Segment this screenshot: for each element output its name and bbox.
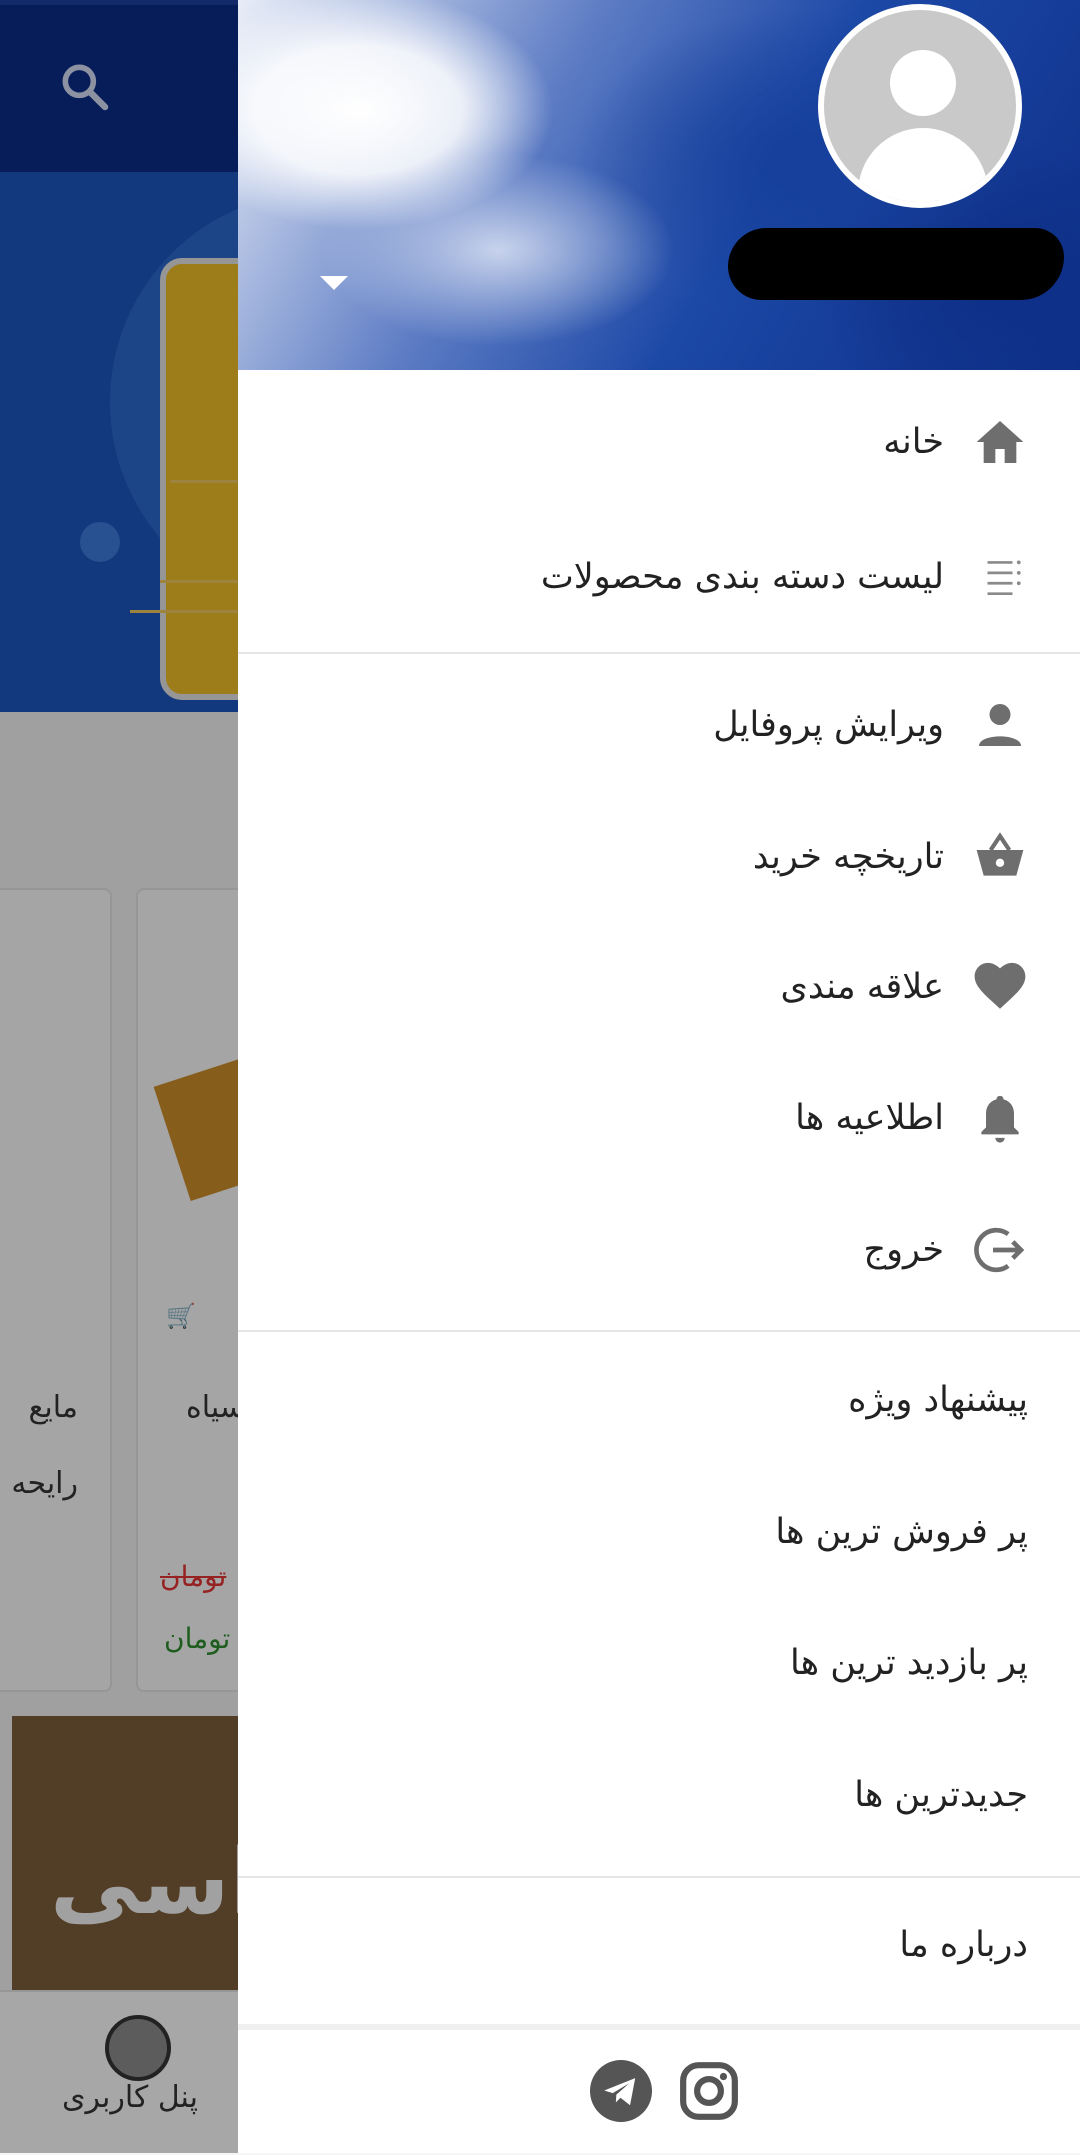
menu-item-categories[interactable]: لیست دسته بندی محصولات <box>238 522 1080 632</box>
menu-item-label: خروج <box>863 1230 944 1270</box>
category-list-icon <box>970 547 1030 607</box>
instagram-icon[interactable] <box>678 2060 740 2122</box>
menu-item-favorites[interactable]: علاقه مندی <box>238 932 1080 1042</box>
drawer-header <box>238 0 1080 370</box>
menu-item-home[interactable]: خانه <box>238 387 1080 497</box>
menu-item-best-sellers[interactable]: پر فروش ترین ها <box>238 1477 1080 1587</box>
menu-item-label: جدیدترین ها <box>854 1775 1028 1815</box>
menu-item-most-viewed[interactable]: پر بازدید ترین ها <box>238 1608 1080 1718</box>
heart-icon <box>970 957 1030 1017</box>
menu-item-notifications[interactable]: اطلاعیه ها <box>238 1063 1080 1173</box>
telegram-icon[interactable] <box>590 2060 652 2122</box>
avatar-head <box>890 50 956 116</box>
person-icon <box>970 695 1030 755</box>
navigation-drawer: خانه لیست دسته بندی محصولات ویرایش پروفا… <box>238 0 1080 2153</box>
menu-item-label: تاریخچه خرید <box>752 837 944 877</box>
menu-item-purchase-history[interactable]: تاریخچه خرید <box>238 802 1080 912</box>
bell-icon <box>970 1088 1030 1148</box>
redacted-username <box>728 228 1064 300</box>
menu-item-label: لیست دسته بندی محصولات <box>540 557 944 597</box>
menu-item-label: ویرایش پروفایل <box>713 705 944 745</box>
social-links <box>238 2030 1080 2153</box>
menu-item-label: درباره ما <box>899 1925 1028 1965</box>
logout-icon <box>970 1220 1030 1280</box>
divider <box>238 1330 1080 1332</box>
menu-item-label: پر فروش ترین ها <box>775 1512 1028 1552</box>
menu-item-about-us[interactable]: درباره ما <box>238 1890 1080 2000</box>
menu-item-label: پر بازدید ترین ها <box>790 1643 1028 1683</box>
menu-item-special-offers[interactable]: پیشنهاد ویژه <box>238 1345 1080 1455</box>
account-dropdown-icon[interactable] <box>320 276 348 290</box>
menu-item-edit-profile[interactable]: ویرایش پروفایل <box>238 670 1080 780</box>
divider <box>238 1876 1080 1878</box>
basket-icon <box>970 827 1030 887</box>
menu-item-label: خانه <box>883 422 944 462</box>
menu-item-newest[interactable]: جدیدترین ها <box>238 1740 1080 1850</box>
menu-item-label: اطلاعیه ها <box>795 1098 944 1138</box>
divider <box>238 652 1080 654</box>
home-icon <box>970 412 1030 472</box>
avatar-body <box>858 128 988 202</box>
menu-item-label: علاقه مندی <box>780 967 944 1007</box>
avatar[interactable] <box>818 4 1022 208</box>
menu-item-label: پیشنهاد ویژه <box>848 1380 1028 1420</box>
menu-item-logout[interactable]: خروج <box>238 1195 1080 1305</box>
